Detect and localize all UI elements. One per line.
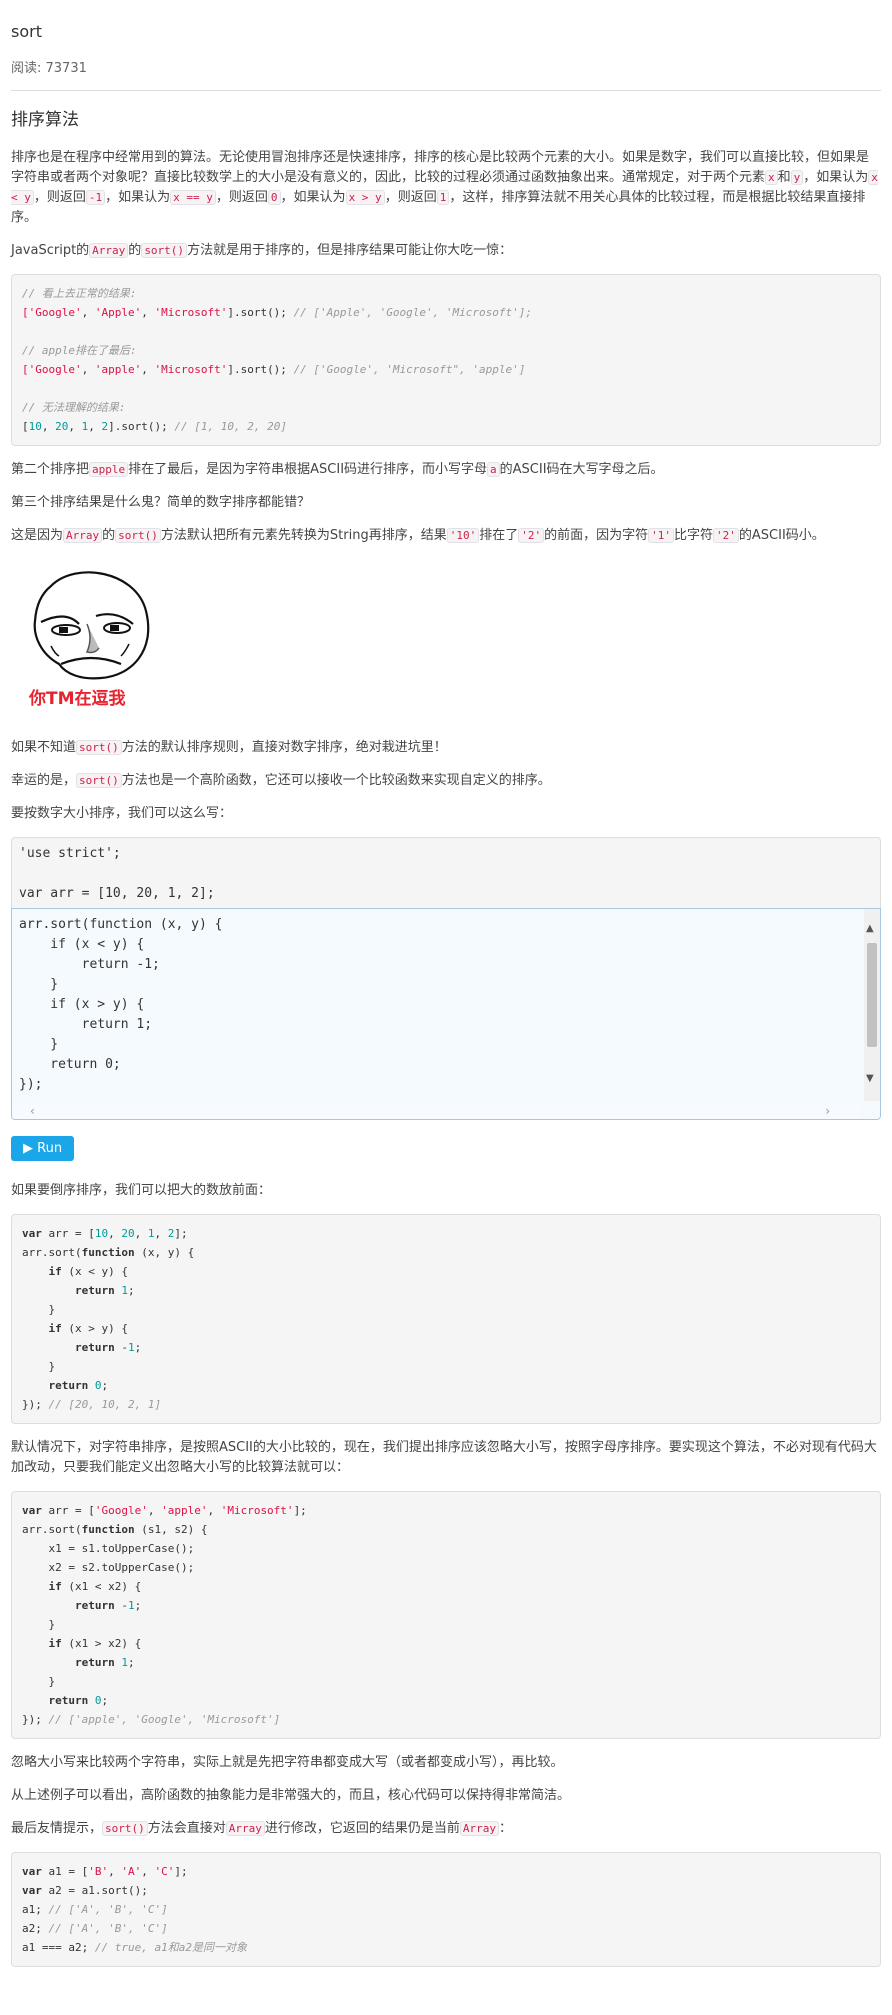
read-count: 阅读: 73731 xyxy=(11,61,87,76)
scroll-down-icon[interactable]: ▼ xyxy=(866,1073,874,1085)
vertical-scrollbar[interactable]: ▲ ▼ xyxy=(864,909,880,1101)
scroll-left-icon[interactable]: ‹ xyxy=(30,1104,35,1118)
to-sort-paragraph: 要按数字大小排序，我们可以这么写： xyxy=(11,806,233,821)
code-block-reverse: var arr = [10, 20, 1, 2]; arr.sort(funct… xyxy=(11,1214,881,1424)
reverse-paragraph: 如果要倒序排序，我们可以把大的数放前面： xyxy=(11,1183,272,1198)
divider xyxy=(11,90,881,91)
scroll-right-icon[interactable]: › xyxy=(825,1104,830,1118)
intro-paragraph: 排序也是在程序中经常用到的算法。无论使用冒泡排序还是快速排序，排序的核心是比较两… xyxy=(11,150,878,225)
meme-caption: 你TM在逗我 xyxy=(28,688,126,709)
run-button[interactable]: ▶ Run xyxy=(11,1136,75,1161)
scroll-thumb[interactable] xyxy=(867,943,877,1047)
higher-order-paragraph: 从上述例子可以看出，高阶函数的抽象能力是非常强大的，而且，核心代码可以保持得非常… xyxy=(11,1788,571,1803)
code-block-ignore-case: var arr = ['Google', 'apple', 'Microsoft… xyxy=(11,1491,881,1739)
section-heading: 排序算法 xyxy=(11,110,79,130)
if-not-paragraph: 如果不知道 sort() 方法的默认排序规则，直接对数字排序，绝对栽进坑里！ xyxy=(11,740,447,755)
default-case-paragraph: 默认情况下，对字符串排序，是按照ASCII的大小比较的，现在，我们提出排序应该忽… xyxy=(11,1440,877,1475)
code-editor[interactable]: arr.sort(function (x, y) { if (x < y) { … xyxy=(11,908,881,1120)
code-block-mutation: var a1 = ['B', 'A', 'C']; var a2 = a1.so… xyxy=(11,1852,881,1967)
because-paragraph: 这是因为 Array 的 sort() 方法默认把所有元素先转换为String再排序，结… xyxy=(11,528,825,543)
horizontal-scrollbar[interactable]: ‹ › xyxy=(12,1103,860,1119)
code-editor-textarea[interactable]: arr.sort(function (x, y) { if (x < y) { … xyxy=(12,909,874,1109)
finally-paragraph: 最后友情提示， sort() 方法会直接对 Array 进行修改，它返回的结果仍是当前 A… xyxy=(11,1821,513,1836)
ignore-case-paragraph: 忽略大小写来比较两个字符串，实际上就是先把字符串都变成大写（或者都变成小写），再… xyxy=(11,1755,564,1770)
meme-image: 你TM在逗我 xyxy=(21,566,161,716)
third-sort-paragraph: 第三个排序结果是什么鬼？简单的数字排序都能错？ xyxy=(11,495,311,510)
second-sort-paragraph: 第二个排序把 apple 排在了最后，是因为字符串根据ASCII码进行排序，而小写字… xyxy=(11,462,664,477)
article-page: sort 阅读: 73731 排序算法 排序也是在程序中经常用到的算法。无论使用… xyxy=(0,0,892,1967)
static-code-header: 'use strict'; var arr = [10, 20, 1, 2]; xyxy=(11,837,881,908)
page-title: sort xyxy=(11,22,42,41)
luckily-paragraph: 幸运的是， sort() 方法也是一个高阶函数，它还可以接收一个比较函数来实现自定义… xyxy=(11,773,551,788)
scroll-up-icon[interactable]: ▲ xyxy=(866,923,874,935)
js-sort-paragraph: JavaScript的 Array 的 sort() 方法就是用于排序的，但是排序结果可… xyxy=(11,243,513,258)
code-block-default-sort: // 看上去正常的结果: ['Google', 'Apple', 'Micros… xyxy=(11,274,881,446)
